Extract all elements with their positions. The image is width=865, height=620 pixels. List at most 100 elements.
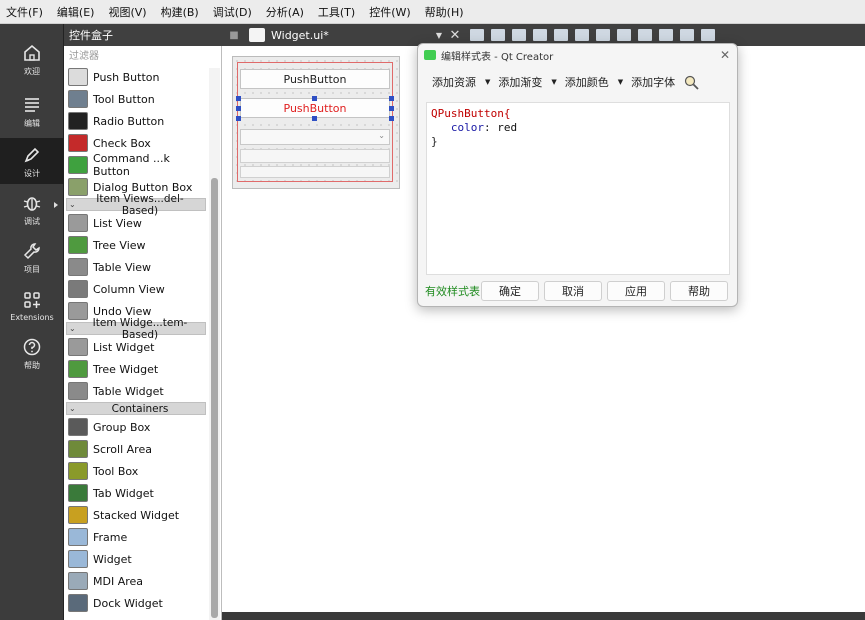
add-resource-button[interactable]: 添加资源 ▼ (432, 74, 490, 90)
widget-item[interactable]: Widget (64, 548, 206, 570)
widget-item-label: Scroll Area (93, 442, 152, 456)
mode-projects[interactable]: 项目 (0, 234, 64, 280)
form-widget-placeholder[interactable] (240, 166, 390, 178)
break-layout-icon[interactable] (680, 29, 694, 41)
extensions-grid-icon (21, 289, 43, 311)
form-line-edit[interactable] (240, 149, 390, 163)
add-font-button[interactable]: 添加字体 (631, 74, 675, 90)
widget-item[interactable]: Tree View (64, 234, 206, 256)
selection-handle[interactable] (312, 116, 317, 121)
code-selector: QPushButton{ (431, 107, 511, 120)
debug-expand-icon[interactable] (54, 202, 58, 208)
apply-button[interactable]: 应用 (607, 281, 665, 301)
menu-build[interactable]: 构建(B) (161, 4, 199, 20)
scrollbar-thumb[interactable] (211, 178, 218, 618)
form-combo-box[interactable]: ⌄ (240, 129, 390, 145)
adjust-size-icon[interactable] (701, 29, 715, 41)
widget-item[interactable]: Scroll Area (64, 438, 206, 460)
widget-item[interactable]: Tab Widget (64, 482, 206, 504)
mode-extensions[interactable]: Extensions (0, 282, 64, 328)
cancel-button[interactable]: 取消 (544, 281, 602, 301)
widget-item[interactable]: Dock Widget (64, 592, 206, 614)
widget-item[interactable]: MDI Area (64, 570, 206, 592)
mode-edit[interactable]: 编辑 (0, 88, 64, 134)
widget-category[interactable]: ⌄ Item Views...del-Based) (66, 193, 206, 217)
layout-splitter-h-icon[interactable] (596, 29, 610, 41)
widget-box-scrollbar[interactable] (209, 68, 220, 620)
mode-design[interactable]: 设计 (0, 138, 64, 184)
menu-analyze[interactable]: 分析(A) (266, 4, 304, 20)
widget-category[interactable]: ⌄ Containers (66, 402, 206, 415)
menu-file[interactable]: 文件(F) (6, 4, 43, 20)
layout-horizontal-icon[interactable] (554, 29, 568, 41)
add-color-button[interactable]: 添加颜色 ▼ (565, 74, 623, 90)
layout-grid-icon[interactable] (659, 29, 673, 41)
mode-label-debug: 调试 (24, 216, 40, 226)
form-push-button-1[interactable]: PushButton (240, 69, 390, 89)
edit-tab-order-tool-icon[interactable] (533, 29, 547, 41)
form-push-button-2[interactable]: PushButton (240, 98, 390, 118)
radio-button-icon (68, 112, 88, 130)
widget-item[interactable]: Push Button (64, 66, 206, 88)
layout-vertical-icon[interactable] (575, 29, 589, 41)
menu-widgets[interactable]: 控件(W) (369, 4, 410, 20)
widget-item[interactable]: Tool Box (64, 460, 206, 482)
menu-tools[interactable]: 工具(T) (318, 4, 355, 20)
widget-item[interactable]: Tree Widget (64, 358, 206, 380)
selection-handle[interactable] (312, 96, 317, 101)
selection-handle[interactable] (236, 116, 241, 121)
mode-help[interactable]: 帮助 (0, 330, 64, 376)
close-icon[interactable]: ✕ (713, 48, 737, 62)
add-gradient-button[interactable]: 添加渐变 ▼ (498, 74, 556, 90)
widget-item[interactable]: Group Box (64, 416, 206, 438)
selection-handle[interactable] (236, 106, 241, 111)
edit-signals-tool-icon[interactable] (491, 29, 505, 41)
file-dropdown-icon[interactable]: ▼ (431, 31, 447, 40)
tree-widget-icon (68, 360, 88, 378)
menu-help[interactable]: 帮助(H) (425, 4, 464, 20)
widget-category[interactable]: ⌄ Item Widge...tem-Based) (66, 317, 206, 341)
widget-item-label: List Widget (93, 340, 155, 354)
widget-item[interactable]: Stacked Widget (64, 504, 206, 526)
selection-handle[interactable] (389, 96, 394, 101)
form-push-button-2-label: PushButton (283, 101, 347, 115)
widget-item[interactable]: Tool Button (64, 88, 206, 110)
selection-handle[interactable] (236, 96, 241, 101)
open-file-name[interactable]: Widget.ui* (271, 29, 431, 42)
widget-item[interactable]: Table View (64, 256, 206, 278)
menu-debug[interactable]: 调试(D) (213, 4, 252, 20)
ok-button[interactable]: 确定 (481, 281, 539, 301)
layout-splitter-v-icon[interactable] (617, 29, 631, 41)
stylesheet-text-editor[interactable]: QPushButton{ color: red } (426, 102, 730, 275)
dock-widget-icon (68, 594, 88, 612)
chevron-down-icon: ⌄ (69, 324, 76, 333)
widget-item[interactable]: Column View (64, 278, 206, 300)
dialog-toolbar: 添加资源 ▼ 添加渐变 ▼ 添加颜色 ▼ 添加字体 (418, 66, 737, 98)
widget-item-label: Dock Widget (93, 596, 163, 610)
widget-box-title: 控件盒子 (69, 29, 113, 42)
menu-edit[interactable]: 编辑(E) (57, 4, 95, 20)
edit-widgets-tool-icon[interactable] (470, 29, 484, 41)
bottom-panel-bar (222, 612, 865, 620)
selection-handle[interactable] (389, 116, 394, 121)
widget-item[interactable]: Check Box (64, 132, 206, 154)
widget-item[interactable]: Radio Button (64, 110, 206, 132)
mode-label-help: 帮助 (24, 360, 40, 370)
mode-label-edit: 编辑 (24, 118, 40, 128)
selection-handle[interactable] (389, 106, 394, 111)
mode-welcome[interactable]: 欢迎 (0, 36, 64, 82)
chevron-down-icon: ⌄ (69, 404, 76, 413)
widget-item[interactable]: Table Widget (64, 380, 206, 402)
edit-buddies-tool-icon[interactable] (512, 29, 526, 41)
check-box-icon (68, 134, 88, 152)
mode-label-design: 设计 (24, 168, 40, 178)
close-document-icon[interactable]: ✕ (447, 28, 463, 43)
widget-item[interactable]: Command ...k Button (64, 152, 206, 178)
font-search-icon[interactable] (683, 74, 701, 90)
widget-item[interactable]: Frame (64, 526, 206, 548)
menu-view[interactable]: 视图(V) (108, 4, 146, 20)
layout-form-icon[interactable] (638, 29, 652, 41)
mode-debug[interactable]: 调试 (0, 186, 64, 232)
help-button[interactable]: 帮助 (670, 281, 728, 301)
filter-input[interactable]: 过滤器 (67, 48, 219, 66)
